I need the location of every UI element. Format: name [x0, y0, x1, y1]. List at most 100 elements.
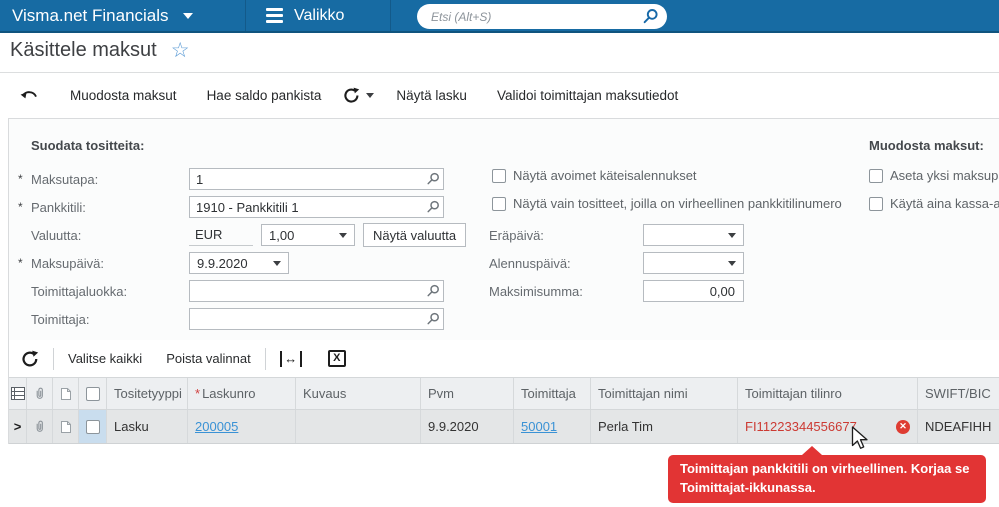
- filter-row-pankkitili: * Pankkitili:: [18, 196, 444, 218]
- lookup-magnifier-icon[interactable]: [426, 284, 440, 298]
- toimittajaluokka-input[interactable]: [189, 280, 444, 302]
- main-menu-button[interactable]: Valikko: [266, 0, 344, 31]
- filter-row-alennuspaiva: Alennuspäivä:: [489, 252, 744, 274]
- app-window: Visma.net Financials Valikko Käsittele m…: [0, 0, 999, 507]
- pankkitili-input[interactable]: [189, 196, 444, 218]
- main-toolbar: Muodosta maksut Hae saldo pankista Näytä…: [0, 73, 999, 117]
- error-circle-icon[interactable]: ✕: [896, 419, 910, 434]
- col-header-tositetyyppi[interactable]: Tositetyyppi: [107, 378, 188, 409]
- grid-refresh-button[interactable]: [21, 350, 39, 368]
- row-notes-cell[interactable]: [53, 410, 79, 443]
- lookup-magnifier-icon[interactable]: [426, 172, 440, 186]
- kassa-alennus-checkbox[interactable]: [869, 196, 883, 211]
- checkbox-row-yksi-maksupaiva: Aseta yksi maksupäivä: [869, 168, 999, 183]
- nayta-lasku-button[interactable]: Näytä lasku: [396, 88, 467, 103]
- col-header-swift-bic[interactable]: SWIFT/BIC: [918, 378, 999, 409]
- col-header-toimittaja[interactable]: Toimittaja: [514, 378, 591, 409]
- toimittaja-link[interactable]: 50001: [521, 419, 557, 434]
- required-marker: *: [18, 172, 23, 186]
- search-icon[interactable]: [642, 8, 659, 25]
- maksimisumma-input[interactable]: [643, 280, 744, 302]
- poista-valinnat-button[interactable]: Poista valinnat: [166, 351, 251, 366]
- row-indicator-cell: >: [9, 410, 27, 443]
- maksupaiva-datepicker[interactable]: 9.9.2020: [189, 252, 289, 274]
- undo-button[interactable]: [20, 88, 40, 102]
- grid-settings-cell[interactable]: [9, 378, 27, 409]
- valitse-kaikki-button[interactable]: Valitse kaikki: [68, 351, 142, 366]
- attachments-column-header: [27, 378, 53, 409]
- chevron-down-icon: [339, 232, 347, 238]
- refresh-icon: [344, 87, 360, 103]
- paperclip-icon: [36, 420, 43, 432]
- row-attachments-cell[interactable]: [27, 410, 53, 443]
- filter-row-erapaiva: Eräpäivä:: [489, 224, 744, 246]
- error-tooltip-text: Toimittajan pankkitili on virheellinen. …: [680, 461, 970, 495]
- erapaiva-combo[interactable]: [643, 224, 744, 246]
- toimittaja-input[interactable]: [189, 308, 444, 330]
- col-header-pvm[interactable]: Pvm: [421, 378, 514, 409]
- chevron-down-icon: [273, 260, 281, 266]
- search-input[interactable]: [431, 9, 642, 24]
- required-marker: *: [195, 386, 201, 401]
- kassa-alennus-label: Käytä aina kassa-alennus: [890, 196, 999, 211]
- col-header-toimittajan-tilinro[interactable]: Toimittajan tilinro: [738, 378, 918, 409]
- maksutapa-input[interactable]: [189, 168, 444, 190]
- refresh-menu-button[interactable]: [343, 87, 375, 104]
- toolbar-divider: [264, 347, 266, 370]
- valuutta-label: Valuutta:: [31, 227, 82, 243]
- virheellinen-checkbox[interactable]: [492, 196, 506, 211]
- maksupaiva-label: Maksupäivä:: [31, 255, 104, 271]
- export-excel-icon[interactable]: X: [327, 350, 346, 367]
- page-title: Käsittele maksut: [10, 39, 157, 61]
- notes-column-header: [53, 378, 79, 409]
- topbar-divider: [390, 0, 391, 31]
- virheellinen-checkbox-label: Näytä vain tositteet, joilla on virheell…: [513, 196, 842, 211]
- avoimet-checkbox[interactable]: [492, 168, 506, 183]
- validoi-maksutiedot-button[interactable]: Validoi toimittajan maksutiedot: [497, 88, 678, 103]
- maksimisumma-label: Maksimisumma:: [489, 283, 583, 299]
- chevron-down-icon: [182, 12, 193, 19]
- lookup-magnifier-icon[interactable]: [426, 200, 440, 214]
- fit-columns-icon[interactable]: ↔: [279, 350, 302, 367]
- mouse-cursor: [851, 426, 868, 449]
- col-header-kuvaus[interactable]: Kuvaus: [296, 378, 421, 409]
- maksupaiva-value: 9.9.2020: [197, 255, 248, 271]
- select-all-checkbox[interactable]: [85, 386, 100, 401]
- row-select-cell: [79, 410, 107, 443]
- checkbox-row-virheellinen: Näytä vain tositteet, joilla on virheell…: [492, 196, 842, 211]
- note-icon: [60, 420, 71, 433]
- lookup-magnifier-icon[interactable]: [426, 312, 440, 326]
- cell-tositetyyppi: Lasku: [107, 410, 188, 443]
- grid-header-row: Tositetyyppi * Laskunro Kuvaus Pvm Toimi…: [9, 377, 999, 410]
- brand-label: Visma.net Financials: [12, 5, 169, 25]
- brand-menu[interactable]: Visma.net Financials: [12, 0, 193, 31]
- col-header-toimittajan-nimi[interactable]: Toimittajan nimi: [591, 378, 738, 409]
- filter-row-maksupaiva: * Maksupäivä: 9.9.2020: [18, 252, 289, 274]
- row-select-checkbox[interactable]: [85, 419, 100, 434]
- toimittajaluokka-label: Toimittajaluokka:: [31, 283, 128, 299]
- muodosta-maksut-button[interactable]: Muodosta maksut: [70, 88, 177, 103]
- toolbar-divider: [53, 347, 54, 370]
- topbar-divider: [245, 0, 246, 31]
- cell-swift-bic: NDEAFIHH: [925, 419, 992, 434]
- yksi-maksupaiva-checkbox[interactable]: [869, 168, 883, 183]
- cell-toimittajan-tilinro: FI11223344556677 ✕: [738, 410, 918, 443]
- laskunro-link[interactable]: 200005: [195, 419, 238, 434]
- error-tooltip: Toimittajan pankkitili on virheellinen. …: [668, 446, 986, 503]
- avoimet-checkbox-label: Näytä avoimet käteisalennukset: [513, 168, 697, 183]
- col-header-laskunro[interactable]: * Laskunro: [188, 378, 296, 409]
- alennuspaiva-combo[interactable]: [643, 252, 744, 274]
- hae-saldo-pankista-button[interactable]: Hae saldo pankista: [207, 88, 322, 103]
- invalid-account-number: FI11223344556677: [745, 419, 857, 434]
- favorite-star-icon[interactable]: ☆: [171, 40, 190, 61]
- menu-label: Valikko: [294, 6, 345, 24]
- filter-row-toimittajaluokka: Toimittajaluokka:: [18, 280, 444, 302]
- pankkitili-lookup: [189, 196, 444, 218]
- yksi-maksupaiva-label: Aseta yksi maksupäivä: [890, 168, 999, 183]
- pankkitili-label: Pankkitili:: [31, 199, 86, 215]
- nayta-valuutta-button[interactable]: Näytä valuutta: [363, 223, 467, 247]
- alennuspaiva-label: Alennuspäivä:: [489, 255, 571, 271]
- toimittaja-lookup: [189, 308, 444, 330]
- currency-rate-combo[interactable]: 1,00: [261, 224, 355, 246]
- note-icon: [60, 387, 71, 400]
